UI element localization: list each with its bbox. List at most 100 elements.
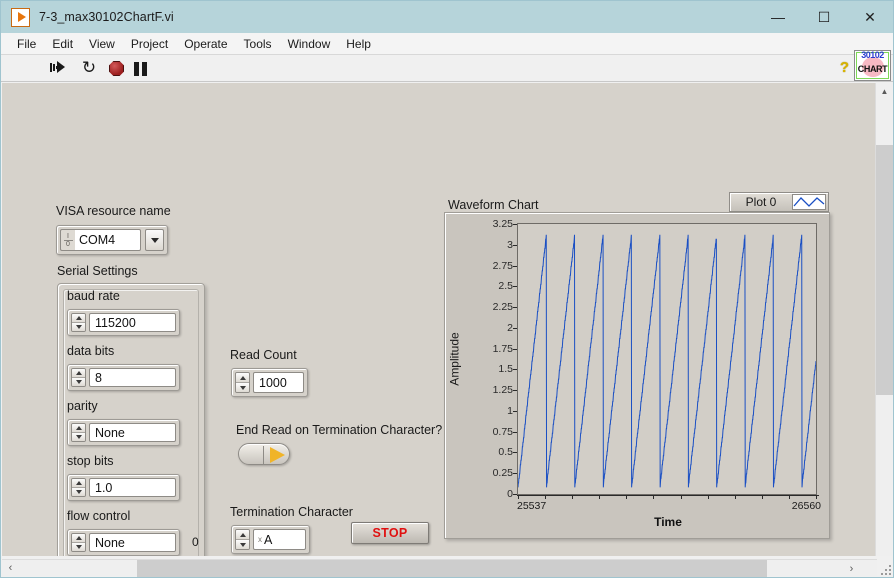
parity-spinner[interactable]: [71, 423, 86, 442]
x-axis-title: Time: [654, 515, 682, 529]
stop-bits-value[interactable]: 1.0: [89, 478, 176, 497]
termination-character-increment[interactable]: [236, 530, 249, 540]
x-axis[interactable]: 25537 26560: [517, 495, 821, 515]
scroll-left-icon[interactable]: ‹: [2, 560, 19, 577]
plot-0-line: [517, 234, 817, 488]
flow-control-spinner[interactable]: [71, 533, 86, 552]
visa-dropdown-button[interactable]: [145, 229, 164, 251]
run-continuously-icon[interactable]: ↻: [79, 59, 99, 77]
data-bits-value[interactable]: 8: [89, 368, 176, 387]
context-help-icon[interactable]: ?: [840, 59, 849, 76]
parity-control[interactable]: None: [67, 419, 180, 446]
termination-character-spinner[interactable]: [235, 529, 250, 550]
plot-area[interactable]: [517, 223, 817, 495]
data-bits-label: data bits: [67, 344, 115, 358]
flow-control-increment[interactable]: [72, 534, 85, 543]
data-bits-control[interactable]: 8: [67, 364, 180, 391]
menu-item-help[interactable]: Help: [338, 35, 379, 53]
x-axis-line: [517, 495, 819, 496]
end-read-on-termination-switch[interactable]: [238, 443, 290, 465]
termination-character-decrement[interactable]: [236, 540, 249, 549]
horizontal-scrollbar-thumb[interactable]: [137, 560, 767, 577]
x-axis-tick-mark: [518, 495, 519, 499]
stop-bits-control[interactable]: 1.0: [67, 474, 180, 501]
read-count-label: Read Count: [230, 348, 297, 362]
y-axis-tick: 1: [507, 404, 517, 417]
vertical-scrollbar[interactable]: ▲: [875, 83, 893, 556]
pause-icon[interactable]: [134, 62, 147, 76]
flow-control-value[interactable]: None: [89, 533, 176, 552]
read-count-control[interactable]: 1000: [231, 368, 308, 397]
data-bits-increment[interactable]: [72, 369, 85, 378]
menu-item-edit[interactable]: Edit: [44, 35, 81, 53]
menu-bar: File Edit View Project Operate Tools Win…: [1, 33, 893, 55]
minimize-button[interactable]: —: [755, 1, 801, 33]
y-axis[interactable]: 0 0.25 0.5 0.75 1 1.25 1.5 1.75 2 2.25 2.5 2.75 3 3.2…: [445, 218, 518, 500]
horizontal-scrollbar[interactable]: ‹ ›: [2, 559, 877, 577]
termination-character-control[interactable]: x A: [231, 525, 310, 554]
resize-grip-icon[interactable]: [879, 563, 891, 575]
vi-icon-line1: 30102: [861, 50, 884, 60]
y-axis-tick: 2.75: [492, 259, 518, 272]
run-arrow-icon[interactable]: [49, 59, 69, 77]
parity-decrement[interactable]: [72, 433, 85, 441]
stop-button[interactable]: STOP: [351, 522, 429, 544]
window-controls: — ☐ ✕: [755, 1, 893, 33]
stop-bits-increment[interactable]: [72, 479, 85, 488]
baud-rate-increment[interactable]: [72, 314, 85, 323]
abort-execution-icon[interactable]: [109, 61, 124, 76]
baud-rate-spinner[interactable]: [71, 313, 86, 332]
plot-legend-sample[interactable]: [792, 194, 826, 210]
flow-control-control[interactable]: None: [67, 529, 180, 556]
baud-rate-value[interactable]: 115200: [89, 313, 176, 332]
data-bits-spinner[interactable]: [71, 368, 86, 387]
io-glyph-bottom: 0: [66, 240, 70, 248]
x-axis-tick-mark: [816, 495, 817, 499]
y-axis-tick: 1.75: [492, 342, 518, 355]
termination-character-value: A: [264, 532, 273, 547]
read-count-value[interactable]: 1000: [253, 372, 304, 393]
end-read-on-termination-label: End Read on Termination Character?: [236, 423, 443, 437]
read-count-increment[interactable]: [236, 373, 249, 383]
switch-divider: [263, 446, 264, 464]
termination-character-label: Termination Character: [230, 505, 353, 519]
scroll-right-icon[interactable]: ›: [843, 560, 860, 577]
radix-indicator: x: [258, 535, 262, 544]
menu-item-operate[interactable]: Operate: [176, 35, 235, 53]
menu-item-window[interactable]: Window: [280, 35, 339, 53]
x-axis-tick-mark: [680, 495, 682, 499]
data-bits-decrement[interactable]: [72, 378, 85, 386]
termination-character-field[interactable]: x A: [253, 529, 306, 550]
close-button[interactable]: ✕: [847, 1, 893, 33]
front-panel-canvas: VISA resource name I 0 COM4 Serial Setti…: [2, 83, 877, 556]
waveform-chart[interactable]: Amplitude 0 0.25 0.5 0.75 1 1.25 1.5 1.75 2 2.25 2…: [444, 212, 830, 539]
read-count-spinner[interactable]: [235, 372, 250, 393]
y-axis-tick: 0: [507, 488, 517, 500]
menu-item-file[interactable]: File: [9, 35, 44, 53]
vi-connector-icon[interactable]: 30102 CHART: [854, 50, 891, 81]
panel-top-spacer: [2, 83, 877, 87]
visa-resource-name-control[interactable]: I 0 COM4: [56, 225, 168, 255]
baud-rate-control[interactable]: 115200: [67, 309, 180, 336]
menu-item-tools[interactable]: Tools: [236, 35, 280, 53]
parity-value[interactable]: None: [89, 423, 176, 442]
y-axis-tick: 2: [507, 321, 517, 334]
waveform-chart-title: Waveform Chart: [448, 198, 539, 212]
parity-increment[interactable]: [72, 424, 85, 433]
read-count-decrement[interactable]: [236, 383, 249, 392]
menu-item-view[interactable]: View: [81, 35, 123, 53]
stop-bits-spinner[interactable]: [71, 478, 86, 497]
visa-resource-value[interactable]: COM4: [75, 229, 141, 251]
menu-item-project[interactable]: Project: [123, 35, 176, 53]
flow-control-decrement[interactable]: [72, 543, 85, 551]
vi-icon-line2: CHART: [857, 64, 888, 74]
x-axis-tick-start: 25537: [517, 500, 547, 512]
scroll-up-icon[interactable]: ▲: [876, 83, 893, 100]
baud-rate-decrement[interactable]: [72, 323, 85, 331]
vertical-scrollbar-thumb[interactable]: [876, 145, 893, 395]
stop-bits-decrement[interactable]: [72, 488, 85, 496]
baud-rate-label: baud rate: [67, 289, 120, 303]
plot-legend[interactable]: Plot 0: [729, 192, 829, 212]
maximize-button[interactable]: ☐: [801, 1, 847, 33]
stop-bits-label: stop bits: [67, 454, 114, 468]
